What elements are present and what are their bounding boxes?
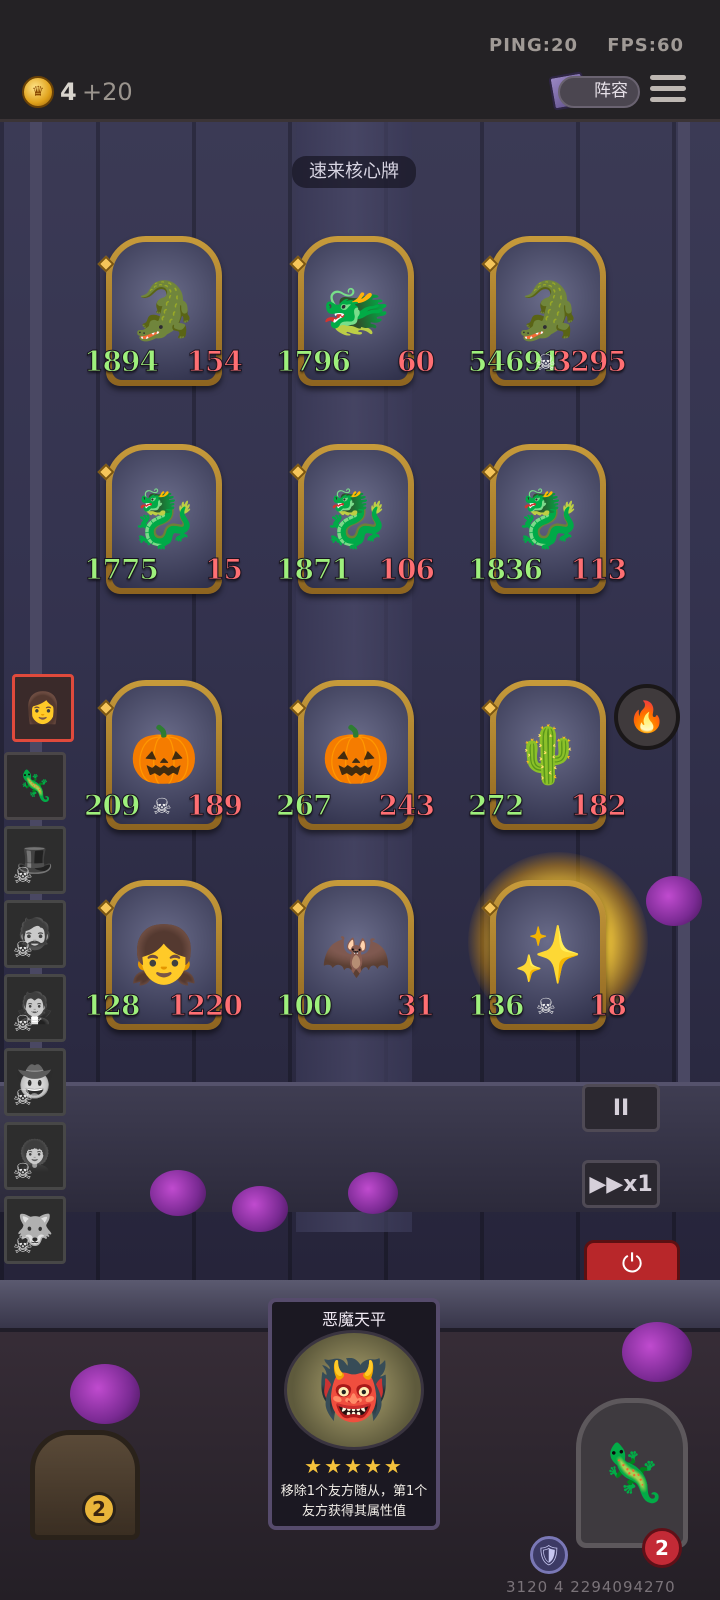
health-value: 106 — [378, 553, 435, 587]
minion-card[interactable]: 👧 128 1220 — [83, 880, 243, 1030]
attack-value: 1775 — [84, 553, 160, 587]
attack-value: 128 — [83, 989, 140, 1023]
health-value: 182 — [570, 789, 627, 823]
spell-card[interactable]: 恶魔天平 👹 ★★★★★ 移除1个友方随从，第1个友方获得其属性值 — [268, 1298, 440, 1530]
gold-count: 4 — [60, 78, 77, 106]
health-value: 3295 — [552, 345, 628, 379]
skull-icon: ☠ — [13, 1160, 33, 1185]
roster-slot[interactable]: 👩‍🦱 ☠ — [4, 1122, 66, 1190]
health-value: 189 — [186, 789, 243, 823]
skull-icon: ☠ — [536, 351, 556, 376]
network-status: PING:20 FPS:60 — [467, 35, 684, 56]
attack-value: 1836 — [468, 553, 544, 587]
minion-card[interactable]: 🐲 1796 60 — [276, 236, 435, 386]
life-counter: 2 — [642, 1528, 682, 1568]
attack-value: 100 — [275, 989, 332, 1023]
skull-icon: ☠ — [13, 1234, 33, 1259]
minion-card[interactable]: ✨ 136 18 ☠ — [467, 880, 627, 1030]
skull-icon: ☠ — [152, 795, 172, 820]
rose-decoration — [646, 876, 702, 926]
armor-icon: 🛡 — [530, 1536, 568, 1574]
opponent-portrait-icon: 🦎 — [16, 768, 54, 804]
hero-portrait[interactable]: 🦎 — [576, 1398, 688, 1548]
skull-icon: ☠ — [13, 1086, 33, 1111]
roster-slot[interactable]: 🐺 ☠ — [4, 1196, 66, 1264]
spell-description: 移除1个友方随从，第1个友方获得其属性值 — [280, 1484, 428, 1519]
attack-value: 1894 — [84, 345, 160, 379]
minion-card[interactable]: 🐊 1894 154 — [84, 236, 244, 386]
gold-income: +20 — [82, 78, 133, 106]
top-bar: PING:20 FPS:60 ♛ 4 +20 阵容 — [0, 0, 720, 122]
health-value: 18 — [589, 989, 628, 1023]
hero-icon: 🦎 — [597, 1441, 667, 1506]
roster-slot[interactable]: 🦎 — [4, 752, 66, 820]
health-value: 113 — [570, 553, 627, 587]
skull-icon: ☠ — [13, 1012, 33, 1037]
hamburger-menu-icon[interactable] — [650, 75, 686, 107]
speed-button[interactable]: ▶▶x1 — [582, 1160, 660, 1208]
attack-value: 1871 — [276, 553, 352, 587]
health-value: 60 — [397, 345, 436, 379]
minion-card[interactable]: 🎃 209 189 ☠ — [83, 680, 244, 830]
spell-title: 恶魔天平 — [321, 1310, 386, 1329]
rose-decoration — [150, 1170, 206, 1216]
opponent-portrait-icon: 👩 — [24, 690, 62, 726]
spell-stars: ★★★★★ — [304, 1454, 404, 1478]
power-icon: ⏻ — [621, 1248, 643, 1279]
skull-icon: ☠ — [13, 938, 33, 963]
roster-slot[interactable]: 🧔 ☠ — [4, 900, 66, 968]
attack-value: 267 — [275, 789, 332, 823]
treasure-chest[interactable] — [30, 1430, 140, 1540]
rose-decoration — [348, 1172, 398, 1214]
roster-slot[interactable]: 👩 — [12, 674, 74, 742]
minion-card[interactable]: 🦇 100 31 — [275, 880, 435, 1030]
minion-card[interactable]: 🎃 267 243 — [275, 680, 436, 830]
rose-decoration — [622, 1322, 692, 1382]
chest-count-badge: 2 — [82, 1492, 116, 1526]
attack-value: 209 — [83, 789, 140, 823]
roster-slot[interactable]: 🧛 ☠ — [4, 974, 66, 1042]
rose-decoration — [232, 1186, 288, 1232]
minion-card[interactable]: 🌵 272 182 — [467, 680, 628, 830]
fps-readout: FPS:60 — [607, 35, 684, 56]
debug-readout: 3120 4 2294094270 — [506, 1578, 676, 1596]
minion-card[interactable]: 🐉 1836 113 — [468, 444, 628, 594]
health-value: 31 — [397, 989, 436, 1023]
minion-card[interactable]: 🐊 54691 3295 ☠ — [467, 236, 627, 386]
demon-scale-icon: 👹 — [284, 1330, 424, 1450]
lighter-button[interactable]: 🔥 — [614, 684, 680, 750]
roster-slot[interactable]: 🤠 ☠ — [4, 1048, 66, 1116]
health-value: 243 — [378, 789, 435, 823]
attack-value: 136 — [467, 989, 524, 1023]
lighter-icon: 🔥 — [628, 699, 666, 735]
minion-card[interactable]: 🐉 1775 15 — [84, 444, 243, 594]
lineup-button[interactable]: 阵容 — [558, 76, 640, 108]
pause-button[interactable]: II — [582, 1084, 660, 1132]
minion-card[interactable]: 🐉 1871 106 — [276, 444, 436, 594]
health-value: 154 — [186, 345, 243, 379]
skull-icon: ☠ — [536, 995, 556, 1020]
ping-readout: PING:20 — [489, 35, 579, 56]
attack-value: 272 — [467, 789, 524, 823]
hint-banner: 速来核心牌 — [292, 156, 416, 188]
gold-coin-icon: ♛ — [22, 76, 54, 108]
health-value: 1220 — [168, 989, 244, 1023]
skull-icon: ☠ — [13, 864, 33, 889]
attack-value: 1796 — [276, 345, 352, 379]
rose-decoration — [70, 1364, 140, 1424]
health-value: 15 — [205, 553, 244, 587]
roster-slot[interactable]: 🎩 ☠ — [4, 826, 66, 894]
